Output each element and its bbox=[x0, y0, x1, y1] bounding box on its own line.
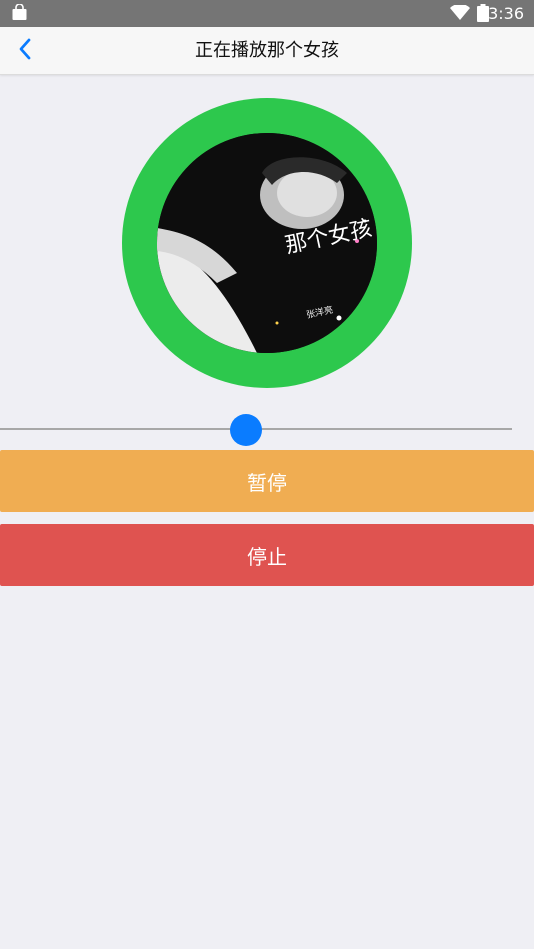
album-cover: 那个女孩 张洋亮 bbox=[157, 133, 377, 353]
progress-slider[interactable] bbox=[0, 413, 512, 447]
navigation-bar: 正在播放那个女孩 bbox=[0, 27, 534, 75]
status-bar: 3:36 bbox=[0, 0, 534, 27]
album-disc: 那个女孩 张洋亮 bbox=[122, 98, 412, 388]
slider-thumb[interactable] bbox=[229, 414, 262, 446]
status-time: 3:36 bbox=[488, 4, 524, 23]
page-title: 正在播放那个女孩 bbox=[195, 40, 339, 61]
shopping-bag-icon bbox=[11, 3, 28, 25]
stop-button[interactable]: 停止 bbox=[0, 524, 534, 586]
wifi-icon bbox=[450, 3, 470, 24]
pause-button[interactable]: 暂停 bbox=[0, 450, 534, 512]
